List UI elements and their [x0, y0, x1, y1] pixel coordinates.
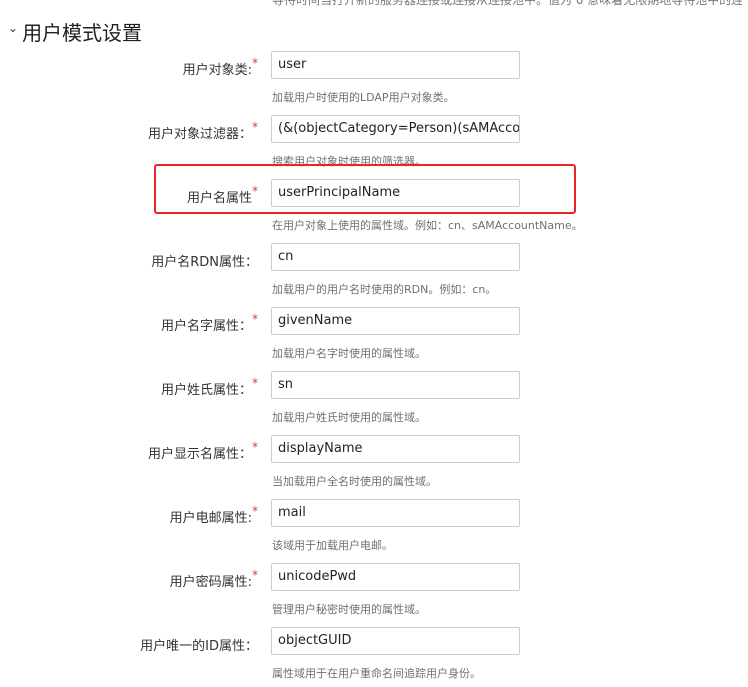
- display-name-attribute-input[interactable]: displayName: [271, 435, 520, 463]
- section-header-user-schema[interactable]: ⌄ 用户模式设置: [8, 16, 142, 46]
- field-row-email-attribute: 用户电邮属性:* mail 该域用于加载用户电邮。: [0, 499, 748, 559]
- required-marker: *: [252, 504, 258, 518]
- email-attribute-input[interactable]: mail: [271, 499, 520, 527]
- field-row-first-name-attribute: 用户名字属性：* givenName 加载用户名字时使用的属性域。: [0, 307, 748, 367]
- required-marker: *: [252, 568, 258, 582]
- field-row-password-attribute: 用户密码属性:* unicodePwd 管理用户秘密时使用的属性域。: [0, 563, 748, 623]
- chevron-down-icon[interactable]: ⌄: [8, 21, 18, 35]
- field-label: 用户显示名属性：*: [147, 440, 258, 462]
- field-description: 搜索用户对象时使用的筛选器。: [272, 155, 426, 168]
- field-row-last-name-attribute: 用户姓氏属性：* sn 加载用户姓氏时使用的属性域。: [0, 371, 748, 431]
- field-description: 管理用户秘密时使用的属性域。: [272, 603, 426, 616]
- field-description: 在用户对象上使用的属性域。例如：cn、sAMAccountName。: [272, 219, 583, 232]
- field-row-unique-id-attribute: 用户唯一的ID属性： objectGUID 属性域用于在用户重命名间追踪用户身份…: [0, 627, 748, 687]
- field-row-display-name-attribute: 用户显示名属性：* displayName 当加载用户全名时使用的属性域。: [0, 435, 748, 495]
- username-attribute-input[interactable]: userPrincipalName: [271, 179, 520, 207]
- field-row-user-object-class: 用户对象类:* user 加载用户时使用的LDAP用户对象类。: [0, 51, 748, 111]
- section-title: 用户模式设置: [22, 20, 143, 45]
- field-description: 加载用户时使用的LDAP用户对象类。: [272, 91, 455, 104]
- truncated-description: 等待时间当打开新的服务器连接或连接从连接池中。值为 0 意味着无限期地等待池中的…: [272, 0, 742, 7]
- last-name-attribute-input[interactable]: sn: [271, 371, 520, 399]
- required-marker: *: [252, 120, 258, 134]
- field-label: 用户对象类:*: [182, 56, 258, 78]
- required-marker: *: [252, 440, 258, 454]
- field-label: 用户电邮属性:*: [169, 504, 258, 526]
- field-description: 加载用户的用户名时使用的RDN。例如：cn。: [272, 283, 497, 296]
- field-label: 用户密码属性:*: [169, 568, 258, 590]
- required-marker: *: [252, 56, 258, 70]
- field-description: 当加载用户全名时使用的属性域。: [272, 475, 437, 488]
- field-label: 用户唯一的ID属性：: [140, 639, 258, 654]
- field-label: 用户对象过滤器：*: [147, 120, 258, 142]
- user-object-class-input[interactable]: user: [271, 51, 520, 79]
- field-label: 用户名属性*: [186, 184, 258, 206]
- field-label: 用户名字属性：*: [160, 312, 258, 334]
- field-description: 属性域用于在用户重命名间追踪用户身份。: [272, 667, 481, 680]
- password-attribute-input[interactable]: unicodePwd: [271, 563, 520, 591]
- unique-id-attribute-input[interactable]: objectGUID: [271, 627, 520, 655]
- field-row-user-object-filter: 用户对象过滤器：* (&(objectCategory=Person)(sAMA…: [0, 115, 748, 175]
- field-label: 用户名RDN属性：: [151, 255, 258, 270]
- field-description: 加载用户名字时使用的属性域。: [272, 347, 426, 360]
- required-marker: *: [252, 376, 258, 390]
- field-row-username-rdn-attribute: 用户名RDN属性： cn 加载用户的用户名时使用的RDN。例如：cn。: [0, 243, 748, 303]
- required-marker: *: [252, 312, 258, 326]
- required-marker: *: [252, 184, 258, 198]
- field-row-username-attribute: 用户名属性* userPrincipalName 在用户对象上使用的属性域。例如…: [0, 179, 748, 239]
- field-label: 用户姓氏属性：*: [160, 376, 258, 398]
- user-object-filter-input[interactable]: (&(objectCategory=Person)(sAMAccountName…: [271, 115, 520, 143]
- first-name-attribute-input[interactable]: givenName: [271, 307, 520, 335]
- field-description: 加载用户姓氏时使用的属性域。: [272, 411, 426, 424]
- username-rdn-attribute-input[interactable]: cn: [271, 243, 520, 271]
- field-description: 该域用于加载用户电邮。: [272, 539, 393, 552]
